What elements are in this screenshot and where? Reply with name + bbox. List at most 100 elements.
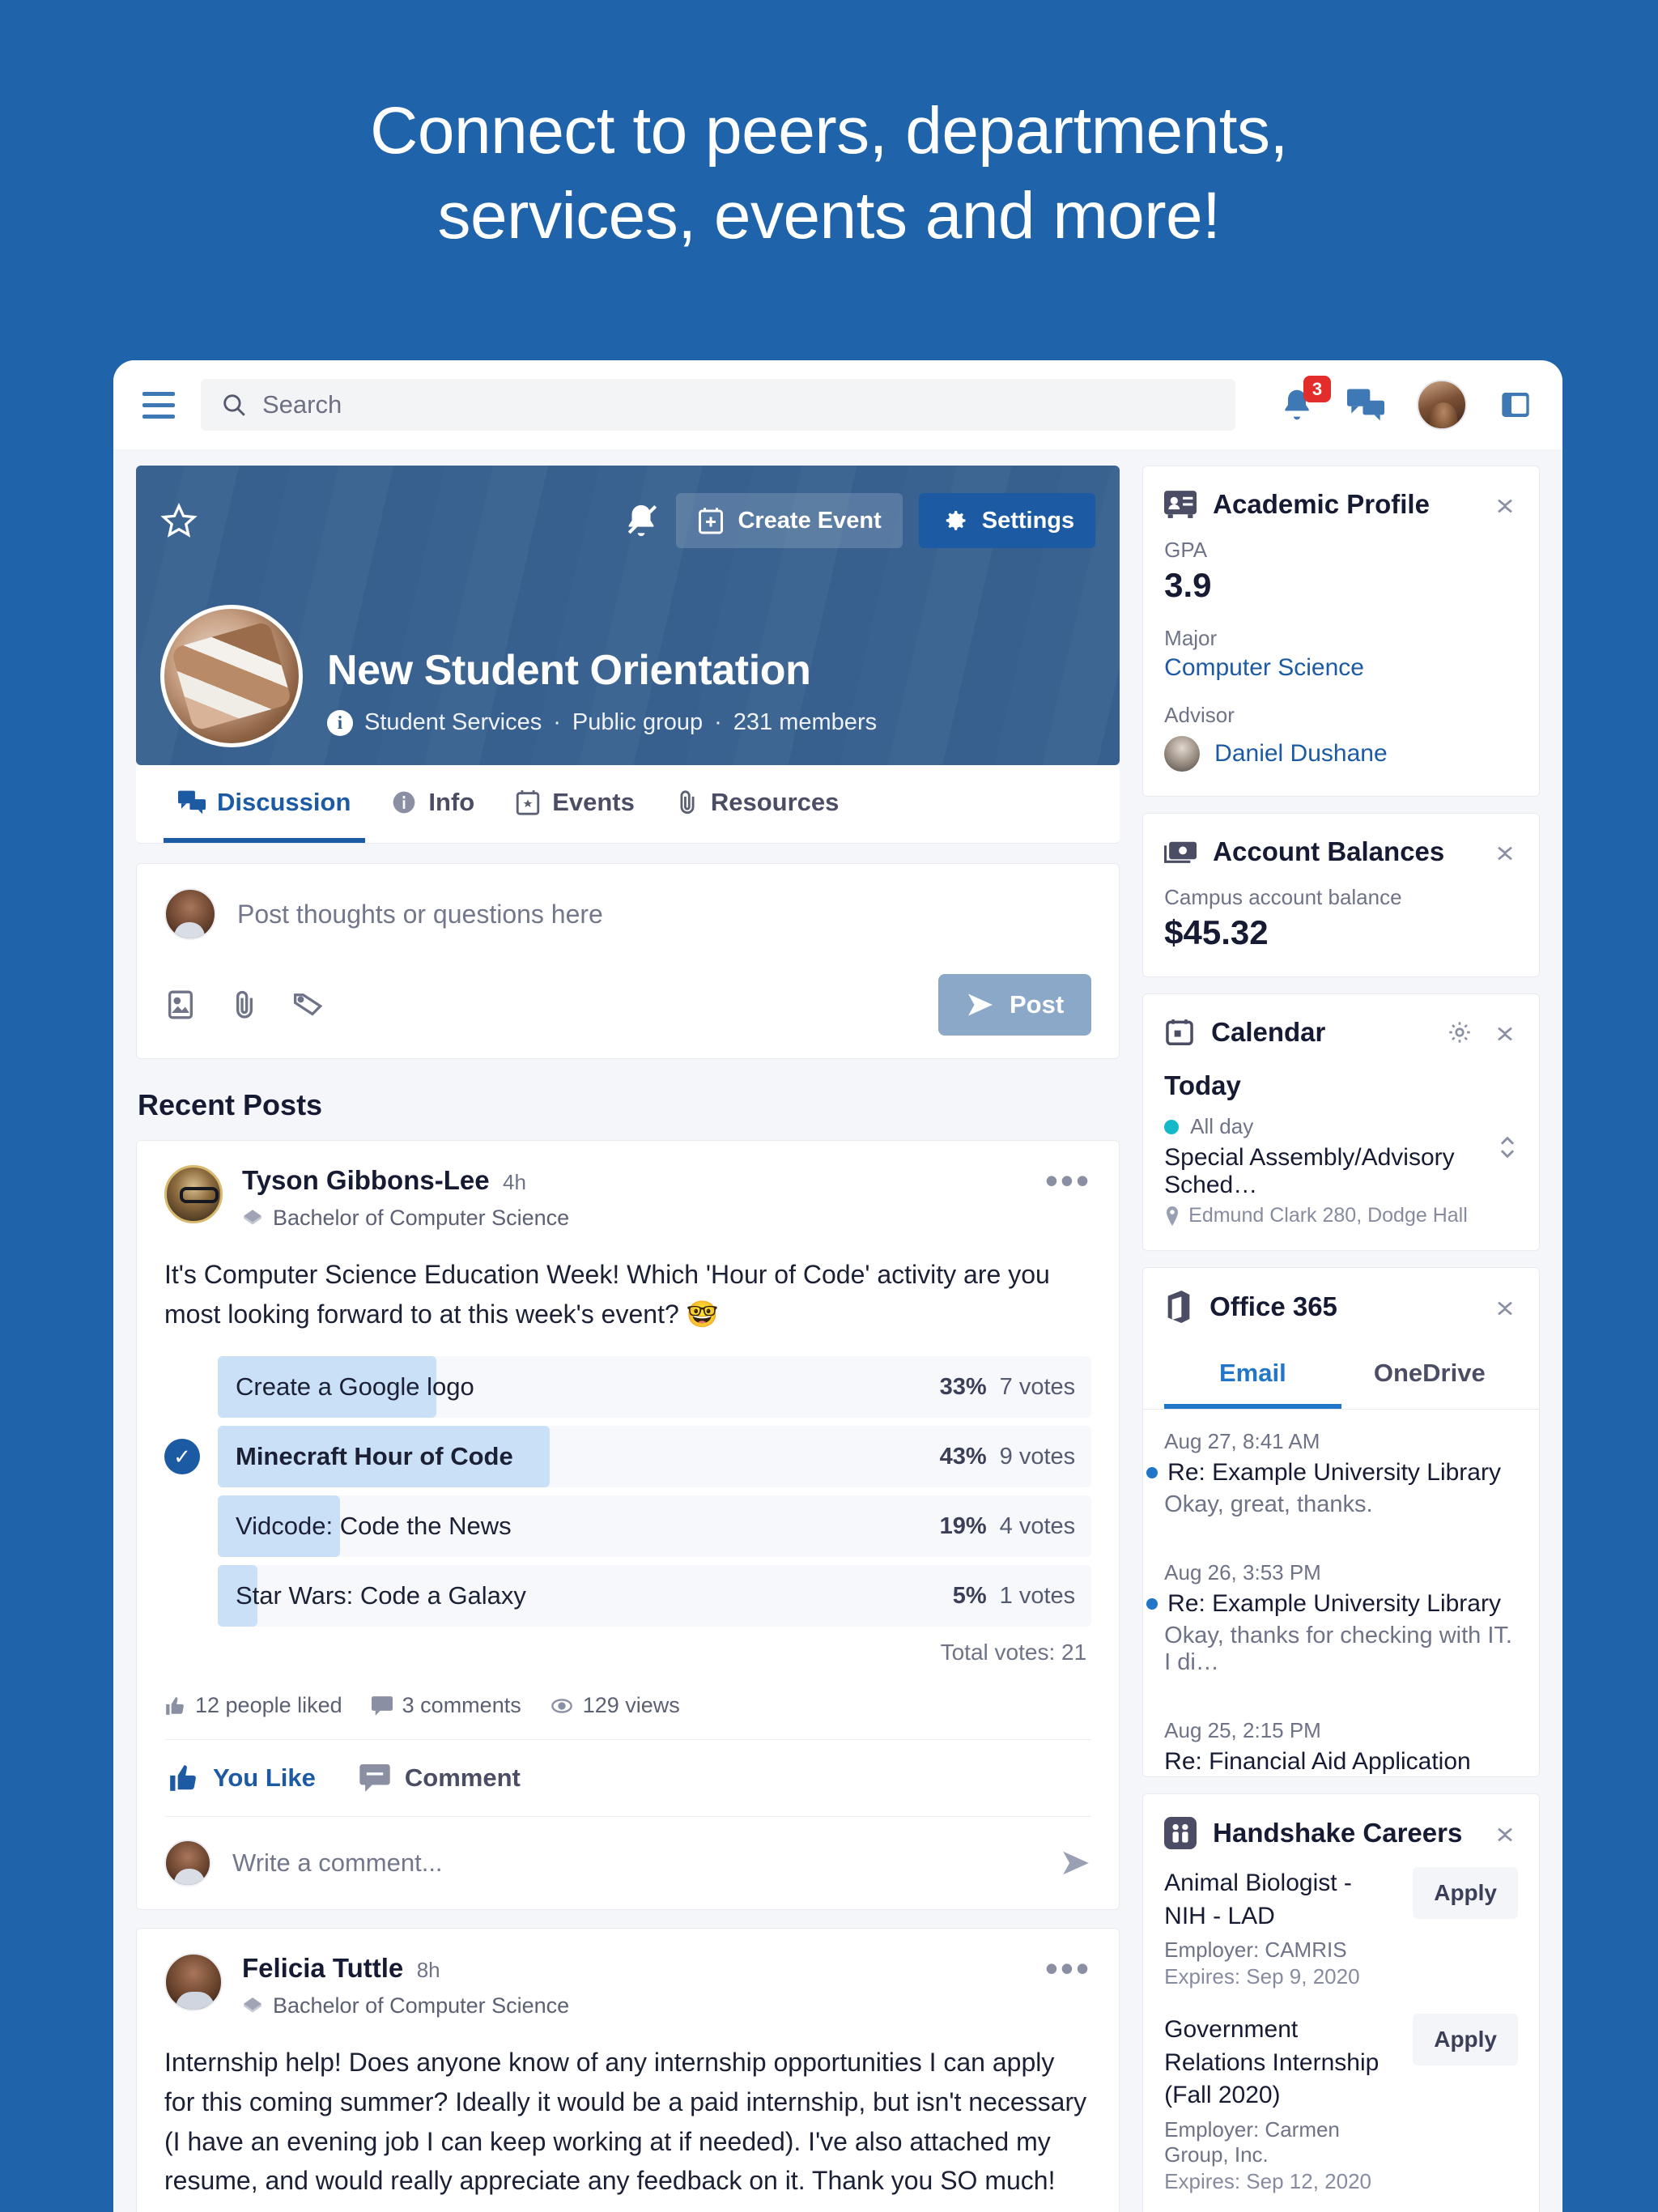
- hero-banner: Connect to peers, departments, services,…: [0, 0, 1658, 259]
- hamburger-icon[interactable]: [136, 391, 181, 419]
- degree-label: Bachelor of Computer Science: [273, 1993, 570, 2018]
- collapse-icon[interactable]: [1492, 1019, 1518, 1045]
- top-bar-icons: 3: [1255, 376, 1532, 430]
- post-menu-icon[interactable]: •••: [1045, 1162, 1091, 1200]
- like-button-label: You Like: [213, 1763, 316, 1793]
- post-menu-icon[interactable]: •••: [1045, 1950, 1091, 1988]
- card-academic-profile: Academic Profile GPA 3.9 Major Computer …: [1142, 466, 1540, 797]
- job-item: Animal Biologist - NIH - LAD Employer: C…: [1164, 1867, 1518, 2014]
- composer-placeholder[interactable]: Post thoughts or questions here: [237, 900, 603, 929]
- degree-label: Bachelor of Computer Science: [273, 1206, 570, 1230]
- poll-option[interactable]: Vidcode: Code the News 19% 4 votes: [164, 1495, 1092, 1558]
- panel-icon[interactable]: [1499, 389, 1532, 421]
- office-icon: [1164, 1291, 1193, 1323]
- bell-off-icon[interactable]: [623, 502, 660, 539]
- sep-1: ·: [553, 709, 561, 735]
- poll-option-label: Create a Google logo: [236, 1372, 474, 1402]
- poll-selected-check-icon: ✓: [164, 1439, 200, 1475]
- comment-composer: Write a comment...: [164, 1817, 1091, 1909]
- collapse-icon[interactable]: [1492, 839, 1518, 865]
- calendar-event[interactable]: All day Special Assembly/Advisory Sched……: [1164, 1114, 1518, 1227]
- send-comment-icon[interactable]: [1061, 1850, 1091, 1876]
- info-icon: i: [327, 709, 353, 736]
- poll-option-percent: 43%: [939, 1443, 987, 1470]
- thumbs-up-icon: [168, 1763, 198, 1793]
- comment-icon: [371, 1695, 393, 1716]
- tab-discussion[interactable]: Discussion: [164, 765, 366, 843]
- collapse-icon[interactable]: [1492, 491, 1518, 517]
- event-expand-icon[interactable]: [1497, 1114, 1518, 1164]
- apply-button[interactable]: Apply: [1413, 1867, 1518, 1919]
- post-comments: 3 comments: [371, 1693, 521, 1718]
- comment-button[interactable]: Comment: [359, 1763, 521, 1793]
- poll-option[interactable]: ✓ Minecraft Hour of Code 43% 9 votes: [164, 1426, 1092, 1488]
- notification-badge: 3: [1303, 376, 1331, 402]
- unread-dot: [1146, 1598, 1158, 1610]
- bell-icon[interactable]: 3: [1279, 376, 1331, 423]
- tab-email[interactable]: Email: [1164, 1341, 1341, 1409]
- calendar-icon: [515, 789, 541, 816]
- post-author-name[interactable]: Felicia Tuttle: [242, 1953, 403, 1983]
- major-value[interactable]: Computer Science: [1164, 654, 1518, 682]
- poll-option[interactable]: Star Wars: Code a Galaxy 5% 1 votes: [164, 1565, 1092, 1627]
- post-timestamp: 8h: [416, 1958, 440, 1983]
- tag-icon[interactable]: [292, 990, 325, 1019]
- id-card-icon: [1164, 490, 1197, 519]
- image-icon[interactable]: [164, 989, 197, 1021]
- location-pin-icon: [1164, 1206, 1180, 1226]
- poll-check-blank: [164, 1369, 200, 1405]
- card-title: Account Balances: [1213, 836, 1445, 866]
- group-subtitle: i Student Services · Public group · 231 …: [327, 709, 877, 736]
- gpa-label: GPA: [1164, 538, 1208, 562]
- star-icon[interactable]: [160, 502, 198, 539]
- sep-2: ·: [714, 709, 722, 735]
- post-author-name[interactable]: Tyson Gibbons-Lee: [242, 1165, 490, 1195]
- email-subject: Re: Example University Library: [1167, 1590, 1501, 1617]
- job-employer: Employer: Carmen Group, Inc.: [1164, 2116, 1340, 2167]
- event-expand-icon[interactable]: [1497, 1249, 1518, 1250]
- balance-value: $45.32: [1164, 913, 1269, 951]
- tab-info-label: Info: [428, 788, 475, 816]
- calendar-event[interactable]: 9:00am Orientation Week 1015 Philadelphi…: [1164, 1249, 1518, 1250]
- settings-button[interactable]: Settings: [918, 493, 1096, 548]
- tab-events[interactable]: Events: [500, 765, 649, 843]
- post-author-avatar: [164, 1953, 223, 2012]
- tab-info[interactable]: Info: [376, 765, 489, 843]
- job-title[interactable]: Animal Biologist - NIH - LAD: [1164, 1867, 1398, 1933]
- group-owner: Student Services: [364, 709, 542, 735]
- collapse-icon[interactable]: [1492, 1820, 1518, 1846]
- poll-option-votes: 7 votes: [999, 1373, 1076, 1400]
- collapse-icon[interactable]: [1492, 1294, 1518, 1320]
- create-event-button[interactable]: Create Event: [676, 493, 903, 548]
- chat-icon[interactable]: [1347, 389, 1384, 421]
- search-placeholder: Search: [262, 390, 342, 419]
- post-author-degree: Bachelor of Computer Science: [242, 1206, 569, 1231]
- app-window: Search 3 Create Event Settings New Stude…: [113, 360, 1562, 2212]
- group-avatar: [160, 605, 303, 747]
- email-item[interactable]: Aug 27, 8:41 AM Re: Example University L…: [1143, 1410, 1539, 1518]
- settings-label: Settings: [981, 507, 1075, 534]
- post-attachment[interactable]: Resume.pdf: [164, 2201, 1091, 2212]
- email-item[interactable]: Aug 25, 2:15 PM Re: Financial Aid Applic…: [1143, 1699, 1539, 1776]
- tab-resources[interactable]: Resources: [661, 765, 854, 843]
- tab-onedrive[interactable]: OneDrive: [1341, 1341, 1518, 1409]
- apply-button[interactable]: Apply: [1413, 2014, 1518, 2065]
- calendar-icon: [1164, 1017, 1195, 1048]
- email-item[interactable]: Aug 26, 3:53 PM Re: Example University L…: [1143, 1541, 1539, 1676]
- comment-input[interactable]: Write a comment...: [232, 1848, 443, 1878]
- search-input[interactable]: Search: [201, 379, 1235, 431]
- top-bar: Search 3: [113, 360, 1562, 449]
- post-button-label: Post: [1009, 990, 1065, 1019]
- major-label: Major: [1164, 626, 1218, 650]
- attachment-icon[interactable]: [231, 989, 258, 1021]
- avatar[interactable]: [1417, 380, 1467, 430]
- job-title[interactable]: Government Relations Internship (Fall 20…: [1164, 2014, 1398, 2112]
- calendar-plus-icon: [697, 506, 725, 535]
- like-button[interactable]: You Like: [168, 1763, 316, 1793]
- gear-icon[interactable]: [1447, 1019, 1473, 1045]
- advisor-row[interactable]: Daniel Dushane: [1164, 736, 1518, 772]
- email-subject: Re: Financial Aid Application: [1164, 1748, 1471, 1775]
- post-button[interactable]: Post: [937, 974, 1092, 1036]
- post-item: Tyson Gibbons-Lee 4h Bachelor of Compute…: [136, 1140, 1120, 1911]
- poll-option[interactable]: Create a Google logo 33% 7 votes: [164, 1356, 1092, 1419]
